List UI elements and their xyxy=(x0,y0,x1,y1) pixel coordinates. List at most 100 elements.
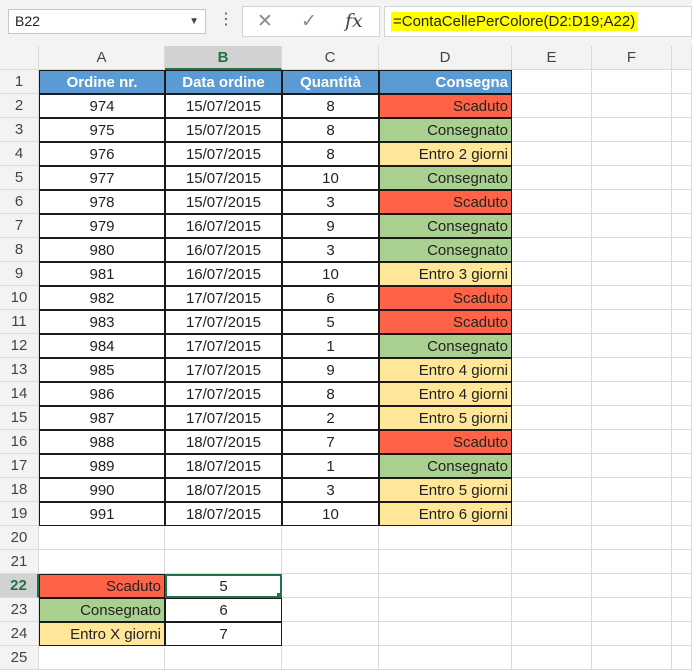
quantity-cell[interactable]: 5 xyxy=(282,310,379,334)
order-date-cell[interactable]: 16/07/2015 xyxy=(165,262,282,286)
delivery-status-cell[interactable]: Consegnato xyxy=(379,334,512,358)
cell[interactable] xyxy=(672,286,692,310)
insert-function-icon[interactable]: fx xyxy=(345,10,363,32)
row-header[interactable]: 20 xyxy=(0,526,39,550)
cell[interactable] xyxy=(672,334,692,358)
order-date-cell[interactable]: 18/07/2015 xyxy=(165,502,282,526)
cell[interactable] xyxy=(512,70,592,94)
order-date-cell[interactable]: 17/07/2015 xyxy=(165,334,282,358)
cell[interactable] xyxy=(282,622,379,646)
cell[interactable] xyxy=(282,574,379,598)
row-header[interactable]: 3 xyxy=(0,118,39,142)
cell[interactable] xyxy=(165,526,282,550)
row-header[interactable]: 1 xyxy=(0,70,39,94)
row-header[interactable]: 2 xyxy=(0,94,39,118)
order-date-cell[interactable]: 17/07/2015 xyxy=(165,358,282,382)
more-options-icon[interactable]: ⋮ xyxy=(218,9,234,29)
quantity-cell[interactable]: 8 xyxy=(282,382,379,406)
cell[interactable] xyxy=(379,550,512,574)
cell[interactable] xyxy=(672,622,692,646)
delivery-status-cell[interactable]: Consegnato xyxy=(379,214,512,238)
order-date-cell[interactable]: 17/07/2015 xyxy=(165,310,282,334)
cell[interactable] xyxy=(282,646,379,670)
cell[interactable] xyxy=(282,598,379,622)
cell[interactable] xyxy=(512,478,592,502)
summary-label-cell[interactable]: Scaduto xyxy=(39,574,165,598)
order-date-cell[interactable]: 15/07/2015 xyxy=(165,94,282,118)
quantity-cell[interactable]: 10 xyxy=(282,262,379,286)
row-header[interactable]: 9 xyxy=(0,262,39,286)
row-header[interactable]: 10 xyxy=(0,286,39,310)
cell[interactable] xyxy=(672,382,692,406)
order-date-cell[interactable]: 18/07/2015 xyxy=(165,478,282,502)
delivery-status-cell[interactable]: Entro 4 giorni xyxy=(379,382,512,406)
order-number-cell[interactable]: 980 xyxy=(39,238,165,262)
row-header[interactable]: 13 xyxy=(0,358,39,382)
order-number-cell[interactable]: 986 xyxy=(39,382,165,406)
order-number-cell[interactable]: 989 xyxy=(39,454,165,478)
order-date-cell[interactable]: 17/07/2015 xyxy=(165,286,282,310)
quantity-cell[interactable]: 7 xyxy=(282,430,379,454)
row-header[interactable]: 18 xyxy=(0,478,39,502)
order-number-cell[interactable]: 991 xyxy=(39,502,165,526)
order-number-cell[interactable]: 981 xyxy=(39,262,165,286)
cell[interactable] xyxy=(592,334,672,358)
order-date-cell[interactable]: 17/07/2015 xyxy=(165,406,282,430)
cell[interactable] xyxy=(672,94,692,118)
cell[interactable] xyxy=(672,550,692,574)
delivery-status-cell[interactable]: Scaduto xyxy=(379,286,512,310)
cell[interactable] xyxy=(512,574,592,598)
cell[interactable] xyxy=(592,262,672,286)
order-number-cell[interactable]: 976 xyxy=(39,142,165,166)
cell[interactable] xyxy=(592,286,672,310)
cell[interactable] xyxy=(592,70,672,94)
cell[interactable] xyxy=(672,190,692,214)
quantity-cell[interactable]: 9 xyxy=(282,214,379,238)
order-number-cell[interactable]: 977 xyxy=(39,166,165,190)
cell[interactable] xyxy=(672,406,692,430)
cell[interactable] xyxy=(512,502,592,526)
cell[interactable] xyxy=(39,526,165,550)
cancel-icon[interactable]: ✕ xyxy=(257,10,273,33)
cell[interactable] xyxy=(512,166,592,190)
delivery-status-cell[interactable]: Consegnato xyxy=(379,166,512,190)
cell[interactable] xyxy=(672,646,692,670)
row-header[interactable]: 8 xyxy=(0,238,39,262)
row-header[interactable]: 17 xyxy=(0,454,39,478)
cell[interactable] xyxy=(512,622,592,646)
chevron-down-icon[interactable]: ▼ xyxy=(189,10,199,33)
quantity-cell[interactable]: 3 xyxy=(282,190,379,214)
order-date-cell[interactable]: 15/07/2015 xyxy=(165,142,282,166)
select-all-corner[interactable] xyxy=(0,46,39,70)
cell[interactable] xyxy=(379,526,512,550)
order-number-cell[interactable]: 983 xyxy=(39,310,165,334)
cell[interactable] xyxy=(672,358,692,382)
cell[interactable] xyxy=(672,478,692,502)
enter-check-icon[interactable]: ✓ xyxy=(301,10,317,33)
formula-input[interactable]: =ContaCellePerColore(D2:D19;A22) xyxy=(384,6,692,37)
cell[interactable] xyxy=(39,550,165,574)
header-ordine[interactable]: Ordine nr. xyxy=(39,70,165,94)
cell[interactable] xyxy=(592,382,672,406)
row-header[interactable]: 15 xyxy=(0,406,39,430)
row-header[interactable]: 5 xyxy=(0,166,39,190)
cell[interactable] xyxy=(512,214,592,238)
cell[interactable] xyxy=(592,94,672,118)
quantity-cell[interactable]: 6 xyxy=(282,286,379,310)
quantity-cell[interactable]: 10 xyxy=(282,166,379,190)
cell[interactable] xyxy=(592,214,672,238)
cell[interactable] xyxy=(39,646,165,670)
order-number-cell[interactable]: 982 xyxy=(39,286,165,310)
cell[interactable] xyxy=(282,550,379,574)
order-date-cell[interactable]: 18/07/2015 xyxy=(165,454,282,478)
cell[interactable] xyxy=(592,406,672,430)
delivery-status-cell[interactable]: Consegnato xyxy=(379,238,512,262)
column-header-g[interactable] xyxy=(672,46,692,70)
delivery-status-cell[interactable]: Consegnato xyxy=(379,454,512,478)
order-number-cell[interactable]: 990 xyxy=(39,478,165,502)
delivery-status-cell[interactable]: Entro 5 giorni xyxy=(379,478,512,502)
quantity-cell[interactable]: 1 xyxy=(282,334,379,358)
summary-label-cell[interactable]: Consegnato xyxy=(39,598,165,622)
cell[interactable] xyxy=(672,118,692,142)
delivery-status-cell[interactable]: Scaduto xyxy=(379,190,512,214)
